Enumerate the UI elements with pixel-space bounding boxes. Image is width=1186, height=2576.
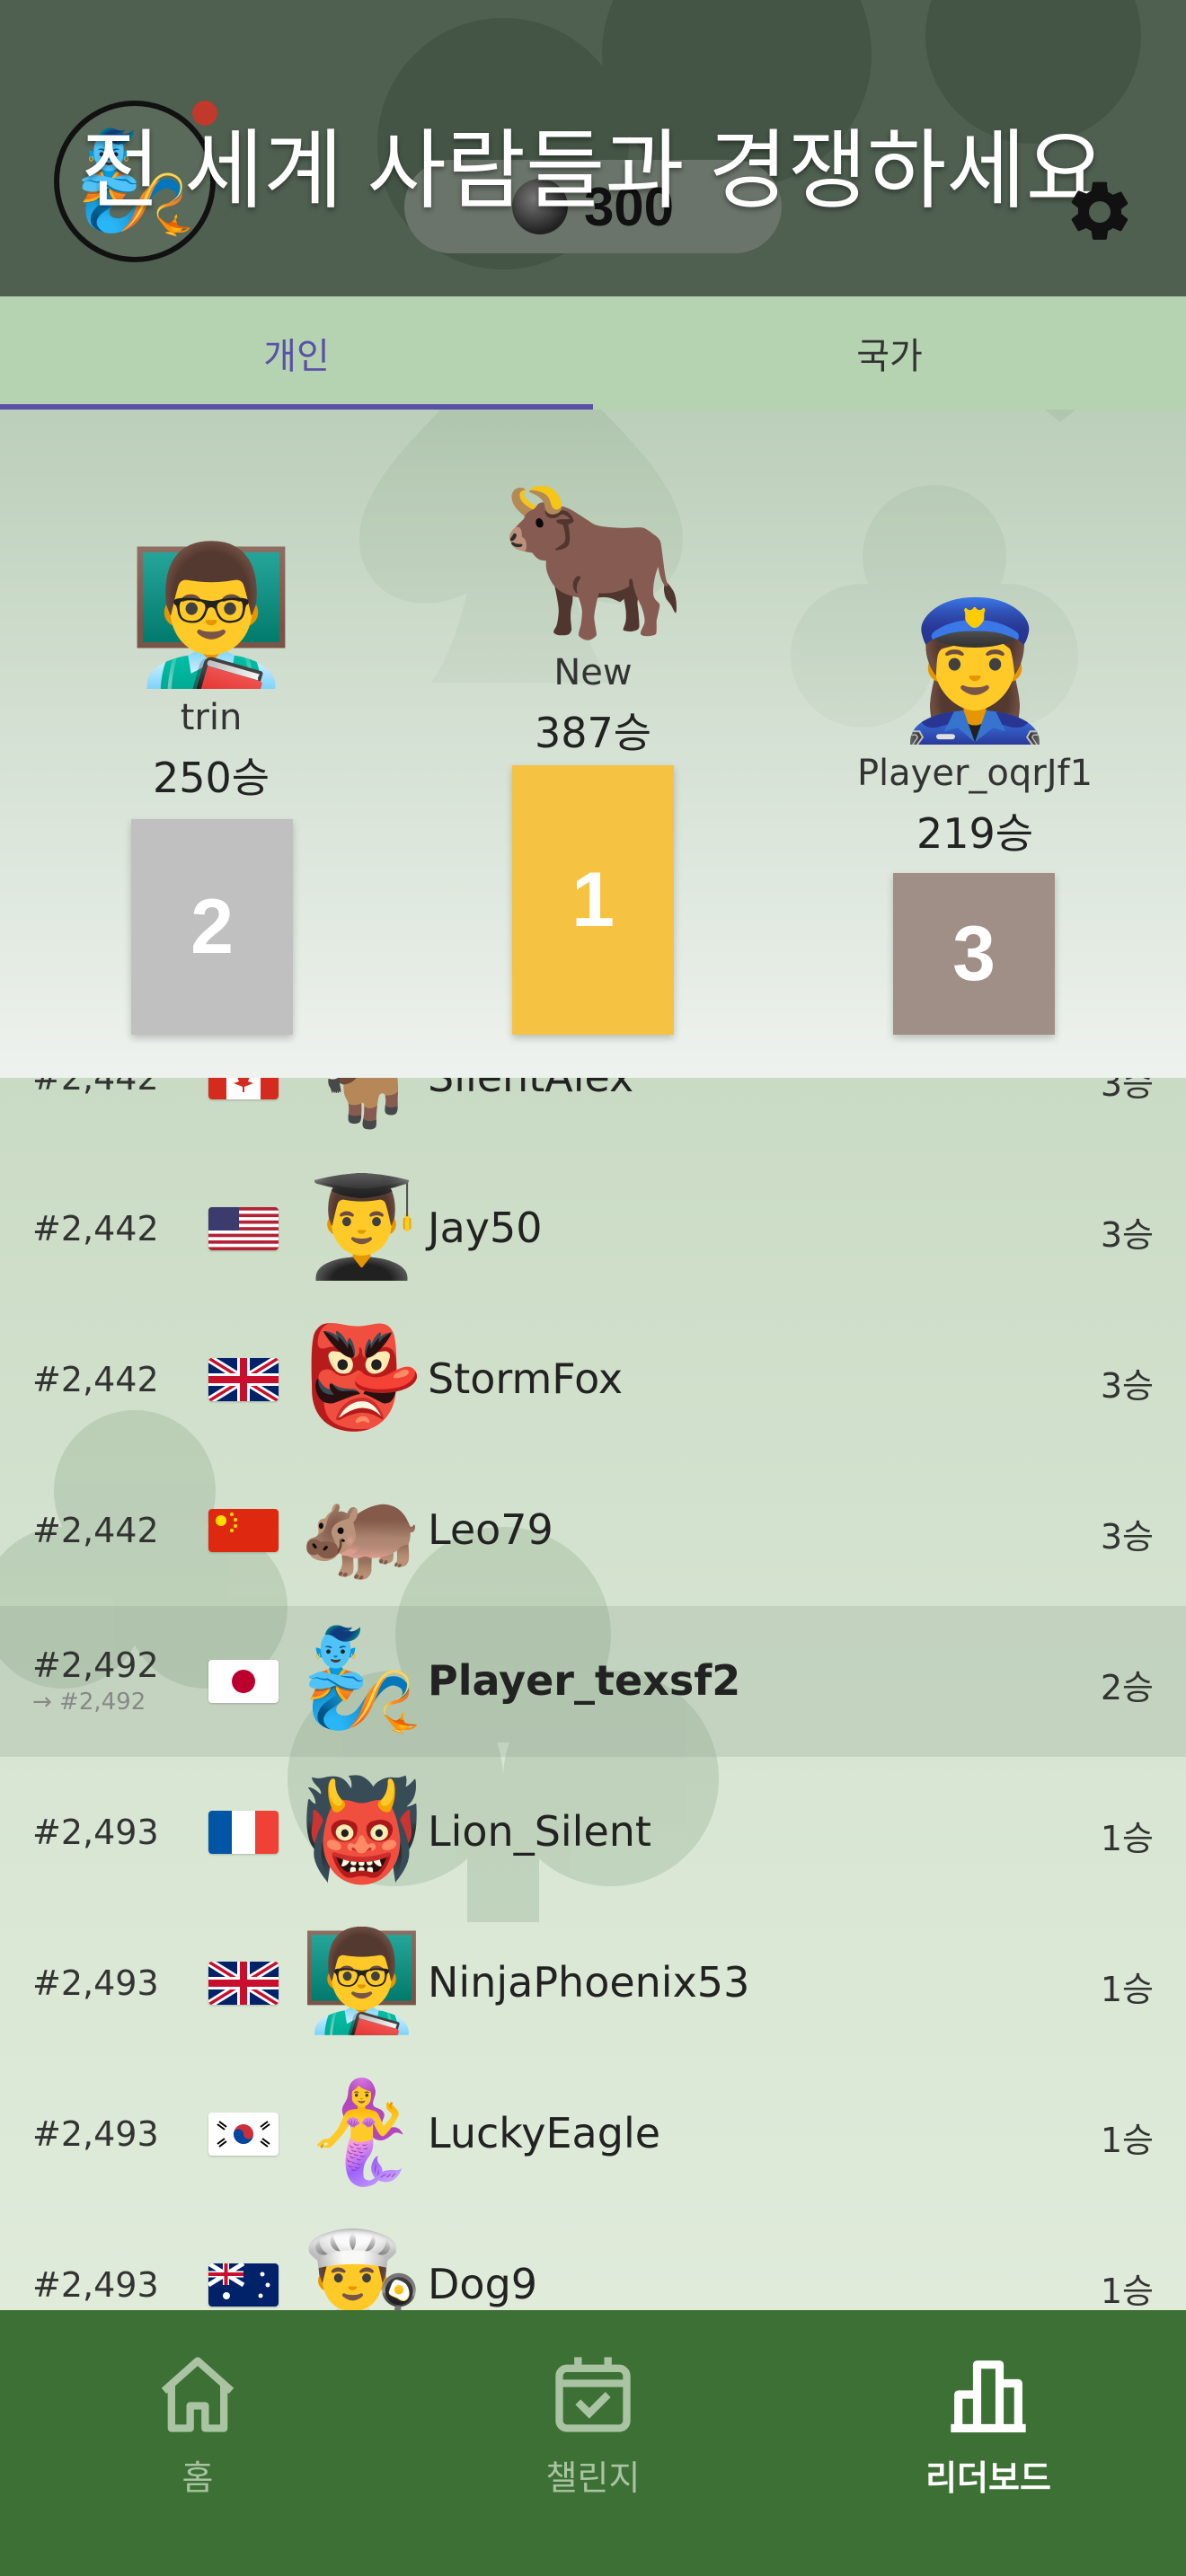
row-wins: 3승: [1100, 1366, 1154, 1406]
row-wins: 1승: [1100, 2272, 1154, 2310]
podium-first-wins: 387승: [534, 709, 652, 757]
podium-third-wins: 219승: [916, 809, 1034, 858]
country-flag-icon: [208, 1358, 279, 1401]
country-flag-icon: [208, 1660, 279, 1703]
country-flag-icon: [208, 1811, 279, 1854]
table-row[interactable]: #2,493 👨‍🍳 Dog9 1승: [0, 2210, 1186, 2310]
table-row[interactable]: #2,493 🧜‍♀️ LuckyEagle 1승: [0, 2059, 1186, 2210]
podium-first-name: New: [553, 652, 633, 693]
country-flag-icon: [208, 1207, 279, 1250]
nav-home[interactable]: 홈: [0, 2310, 395, 2576]
table-row[interactable]: #2,442 👺 StormFox 3승: [0, 1304, 1186, 1455]
row-avatar: 🧜‍♀️: [300, 2074, 423, 2189]
row-player-name: Player_texsf2: [428, 1656, 741, 1705]
row-avatar: 👨‍🏫: [300, 1923, 423, 2038]
row-avatar: 👨‍🎓: [300, 1169, 423, 1284]
table-row[interactable]: #2,442 👨‍🎓 Jay50 3승: [0, 1153, 1186, 1304]
row-wins: 3승: [1100, 1078, 1154, 1104]
row-avatar: 🧞: [300, 1621, 423, 1736]
country-flag-icon: [208, 2263, 279, 2307]
row-player-name: Jay50: [428, 1204, 543, 1252]
podium-third-block: 3: [893, 873, 1055, 1035]
row-avatar: 👹: [300, 1772, 423, 1887]
row-avatar: 👨‍🍳: [300, 2225, 423, 2310]
row-player-name: StormFox: [428, 1354, 624, 1403]
table-row[interactable]: #2,442 🐐SilentAlex 3승: [0, 1078, 1186, 1153]
row-rank-change: → #2,492: [32, 1689, 146, 1716]
nav-home-label: 홈: [181, 2458, 214, 2498]
podium-second-wins: 250승: [152, 754, 270, 802]
row-avatar: 👺: [300, 1319, 423, 1434]
header: 🧞 300 전 세계 사람들과 경쟁하세요: [0, 0, 1186, 296]
leaderboard-list[interactable]: #2,442🐐SilentAlex3승#2,442👨‍🎓Jay503승#2,44…: [0, 1078, 1186, 2310]
podium-first-block: 1: [512, 765, 674, 1035]
row-rank: #2,493: [32, 2265, 159, 2305]
tab-country[interactable]: 국가: [593, 296, 1186, 410]
page-title: 전 세계 사람들과 경쟁하세요: [81, 123, 1105, 219]
country-flag-icon: [208, 1509, 279, 1552]
nav-leaderboard-label: 리더보드: [925, 2458, 1051, 2498]
podium: 👨‍🏫 trin 250승 2 🐂 New 387승 1 👮‍♀️ Player…: [0, 410, 1186, 1078]
row-rank: #2,492: [32, 1645, 159, 1685]
row-rank: #2,442: [32, 1078, 159, 1098]
calendar-check-icon: [555, 2357, 631, 2432]
podium-first-avatar: 🐂: [498, 472, 688, 650]
tab-bar: 개인 국가: [0, 296, 1186, 410]
row-wins: 3승: [1100, 1517, 1154, 1557]
bottom-nav: 홈 챌린지 리더보드: [0, 2310, 1186, 2576]
podium-first[interactable]: 🐂 New 387승: [467, 485, 719, 760]
podium-second-avatar: 👨‍🏫: [127, 537, 296, 693]
row-rank: #2,442: [32, 1360, 159, 1399]
row-player-name: Dog9: [428, 2260, 538, 2308]
row-rank: #2,442: [32, 1209, 159, 1248]
country-flag-icon: [208, 2113, 279, 2156]
leaderboard-icon: [951, 2360, 1026, 2433]
row-wins: 1승: [1100, 2121, 1154, 2160]
home-icon: [161, 2357, 235, 2432]
table-row[interactable]: #2,493 👨‍🏫 NinjaPhoenix53 1승: [0, 1908, 1186, 2059]
country-flag-icon: [208, 1078, 279, 1099]
row-player-name: LuckyEagle: [428, 2109, 661, 2157]
row-avatar: 🐐: [300, 1078, 423, 1125]
podium-second-block: 2: [131, 819, 293, 1035]
row-rank: #2,493: [32, 1813, 159, 1852]
podium-third-name: Player_oqrJf1: [856, 753, 1093, 794]
row-avatar: 🦛: [300, 1470, 423, 1585]
settings-gear-icon[interactable]: [1064, 176, 1136, 248]
podium-second[interactable]: 👨‍🏫 trin 250승: [99, 548, 323, 805]
nav-challenge-label: 챌린지: [545, 2458, 641, 2498]
row-player-name: NinjaPhoenix53: [428, 1958, 750, 2007]
my-rank-row[interactable]: #2,492 → #2,492 🧞 Player_texsf2 2승: [0, 1606, 1186, 1757]
row-wins: 2승: [1100, 1668, 1154, 1707]
row-wins: 1승: [1100, 1970, 1154, 2009]
country-flag-icon: [208, 1962, 279, 2005]
row-rank: #2,493: [32, 2114, 159, 2154]
row-player-name: SilentAlex: [428, 1078, 633, 1101]
tab-individual[interactable]: 개인: [0, 296, 593, 410]
podium-third-avatar: 👮‍♀️: [890, 593, 1059, 749]
row-player-name: Leo79: [428, 1505, 553, 1554]
podium-third[interactable]: 👮‍♀️ Player_oqrJf1 219승: [827, 604, 1123, 860]
row-wins: 1승: [1100, 1819, 1154, 1858]
row-wins: 3승: [1100, 1215, 1154, 1255]
row-rank: #2,442: [32, 1511, 159, 1550]
nav-challenge[interactable]: 챌린지: [395, 2310, 791, 2576]
podium-second-name: trin: [180, 697, 243, 738]
nav-leaderboard[interactable]: 리더보드: [791, 2310, 1186, 2576]
table-row[interactable]: #2,442 🦛 Leo79 3승: [0, 1455, 1186, 1606]
row-player-name: Lion_Silent: [428, 1807, 651, 1856]
row-rank: #2,493: [32, 1963, 159, 2003]
table-row[interactable]: #2,493 👹 Lion_Silent 1승: [0, 1757, 1186, 1908]
